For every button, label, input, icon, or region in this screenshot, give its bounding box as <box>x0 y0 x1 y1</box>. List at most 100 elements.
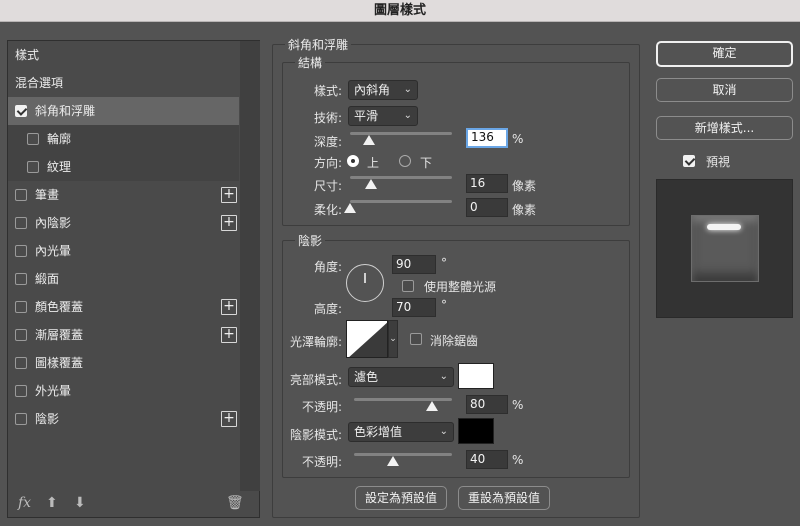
add-gradient-overlay-button[interactable]: + <box>221 327 237 343</box>
satin-checkbox[interactable] <box>15 273 27 285</box>
angle-dial[interactable] <box>346 264 384 302</box>
list-item-bevel-emboss[interactable]: 斜角和浮雕 <box>8 97 239 125</box>
highlight-mode-dropdown[interactable]: 濾色 ⌄ <box>348 367 454 387</box>
chevron-down-icon: ⌄ <box>403 84 412 95</box>
list-item-texture[interactable]: 紋理 <box>8 153 239 181</box>
size-slider-thumb[interactable] <box>365 179 378 189</box>
direction-up-radio[interactable] <box>347 155 359 167</box>
soften-input[interactable]: 0 <box>466 198 508 217</box>
technique-dropdown[interactable]: 平滑 ⌄ <box>348 106 418 126</box>
pattern-overlay-checkbox[interactable] <box>15 357 27 369</box>
list-item-gradient-overlay[interactable]: 漸層覆蓋 + <box>8 321 239 349</box>
shadow-opacity-slider-thumb[interactable] <box>387 456 400 466</box>
structure-title: 結構 <box>295 54 326 71</box>
altitude-input[interactable]: 70 <box>392 298 436 317</box>
move-down-icon[interactable]: ⬇ <box>74 495 86 511</box>
technique-value: 平滑 <box>354 109 379 123</box>
highlight-color-swatch[interactable] <box>458 363 494 389</box>
make-default-button[interactable]: 設定為預設值 <box>355 486 447 510</box>
soften-unit: 像素 <box>512 203 537 217</box>
shadow-opacity-input[interactable]: 40 <box>466 450 508 469</box>
list-item-satin[interactable]: 緞面 <box>8 265 239 293</box>
list-item-label: 內陰影 <box>35 216 72 230</box>
cancel-button[interactable]: 取消 <box>656 78 793 102</box>
inner-shadow-checkbox[interactable] <box>15 217 27 229</box>
gloss-contour-preview[interactable] <box>346 320 388 358</box>
list-item-label: 圖樣覆蓋 <box>35 356 84 370</box>
soften-slider[interactable] <box>350 200 452 203</box>
list-footer: fx ⬆ ⬇ 🗑 <box>8 493 260 517</box>
preview-checkbox[interactable] <box>683 155 695 167</box>
angle-label: 角度: <box>313 260 342 274</box>
list-item-contour[interactable]: 輪廓 <box>8 125 239 153</box>
list-item-label: 漸層覆蓋 <box>35 328 84 342</box>
list-item-outer-glow[interactable]: 外光暈 <box>8 377 239 405</box>
list-item-color-overlay[interactable]: 顏色覆蓋 + <box>8 293 239 321</box>
direction-down-label: 下 <box>420 156 433 170</box>
add-stroke-button[interactable]: + <box>221 187 237 203</box>
drop-shadow-checkbox[interactable] <box>15 413 27 425</box>
highlight-opacity-slider-thumb[interactable] <box>426 401 439 411</box>
style-value: 內斜角 <box>354 83 391 97</box>
style-dropdown[interactable]: 內斜角 ⌄ <box>348 80 418 100</box>
reset-default-button[interactable]: 重設為預設值 <box>458 486 550 510</box>
depth-input[interactable]: 136 <box>466 128 508 148</box>
chevron-down-icon: ⌄ <box>439 371 448 382</box>
angle-input[interactable]: 90 <box>392 255 436 274</box>
gloss-contour-dropdown[interactable]: ⌄ <box>388 320 398 358</box>
list-item-stroke[interactable]: 筆畫 + <box>8 181 239 209</box>
list-item-label: 內光暈 <box>35 244 72 258</box>
outer-glow-checkbox[interactable] <box>15 385 27 397</box>
highlight-mode-value: 濾色 <box>354 370 379 384</box>
contour-checkbox[interactable] <box>27 133 39 145</box>
list-item-label: 輪廓 <box>47 132 72 146</box>
list-item-styles[interactable]: 樣式 <box>8 41 239 69</box>
style-preview <box>656 179 793 318</box>
depth-label: 深度: <box>313 135 342 149</box>
direction-down-radio[interactable] <box>399 155 411 167</box>
effects-list: 樣式 混合選項 斜角和浮雕 輪廓 紋理 筆畫 + 內陰影 + 內光暈 緞面 顏色… <box>7 40 260 518</box>
preview-label: 預視 <box>706 155 731 169</box>
size-label: 尺寸: <box>313 179 342 193</box>
list-item-label: 紋理 <box>47 160 72 174</box>
fx-icon[interactable]: fx <box>18 495 31 511</box>
list-item-drop-shadow[interactable]: 陰影 + <box>8 405 239 433</box>
soften-label: 柔化: <box>313 203 342 217</box>
shadow-mode-value: 色彩增值 <box>354 425 403 439</box>
technique-label: 技術: <box>313 111 342 125</box>
global-light-checkbox[interactable] <box>402 280 414 292</box>
list-item-label: 緞面 <box>35 272 60 286</box>
size-unit: 像素 <box>512 179 537 193</box>
size-input[interactable]: 16 <box>466 174 508 193</box>
anti-aliased-checkbox[interactable] <box>410 333 422 345</box>
list-item-pattern-overlay[interactable]: 圖樣覆蓋 <box>8 349 239 377</box>
bevel-emboss-checkbox[interactable] <box>15 105 27 117</box>
gloss-contour-label: 光澤輪廓: <box>289 335 342 349</box>
list-scrollbar[interactable] <box>240 41 260 491</box>
add-inner-shadow-button[interactable]: + <box>221 215 237 231</box>
add-color-overlay-button[interactable]: + <box>221 299 237 315</box>
direction-label: 方向: <box>313 156 342 170</box>
trash-icon[interactable]: 🗑 <box>226 495 244 511</box>
depth-slider-thumb[interactable] <box>363 135 376 145</box>
move-up-icon[interactable]: ⬆ <box>46 495 58 511</box>
style-label: 樣式: <box>313 84 342 98</box>
highlight-opacity-input[interactable]: 80 <box>466 395 508 414</box>
shadow-color-swatch[interactable] <box>458 418 494 444</box>
preview-swatch-shape <box>691 215 759 282</box>
list-item-blending-options[interactable]: 混合選項 <box>8 69 239 97</box>
list-item-inner-glow[interactable]: 內光暈 <box>8 237 239 265</box>
color-overlay-checkbox[interactable] <box>15 301 27 313</box>
add-drop-shadow-button[interactable]: + <box>221 411 237 427</box>
list-item-inner-shadow[interactable]: 內陰影 + <box>8 209 239 237</box>
ok-button[interactable]: 確定 <box>656 41 793 67</box>
shadow-opacity-slider[interactable] <box>354 453 452 456</box>
texture-checkbox[interactable] <box>27 161 39 173</box>
gradient-overlay-checkbox[interactable] <box>15 329 27 341</box>
angle-dial-pointer <box>364 273 366 283</box>
inner-glow-checkbox[interactable] <box>15 245 27 257</box>
new-style-button[interactable]: 新增樣式... <box>656 116 793 140</box>
soften-slider-thumb[interactable] <box>344 203 356 213</box>
stroke-checkbox[interactable] <box>15 189 27 201</box>
shadow-mode-dropdown[interactable]: 色彩增值 ⌄ <box>348 422 454 442</box>
